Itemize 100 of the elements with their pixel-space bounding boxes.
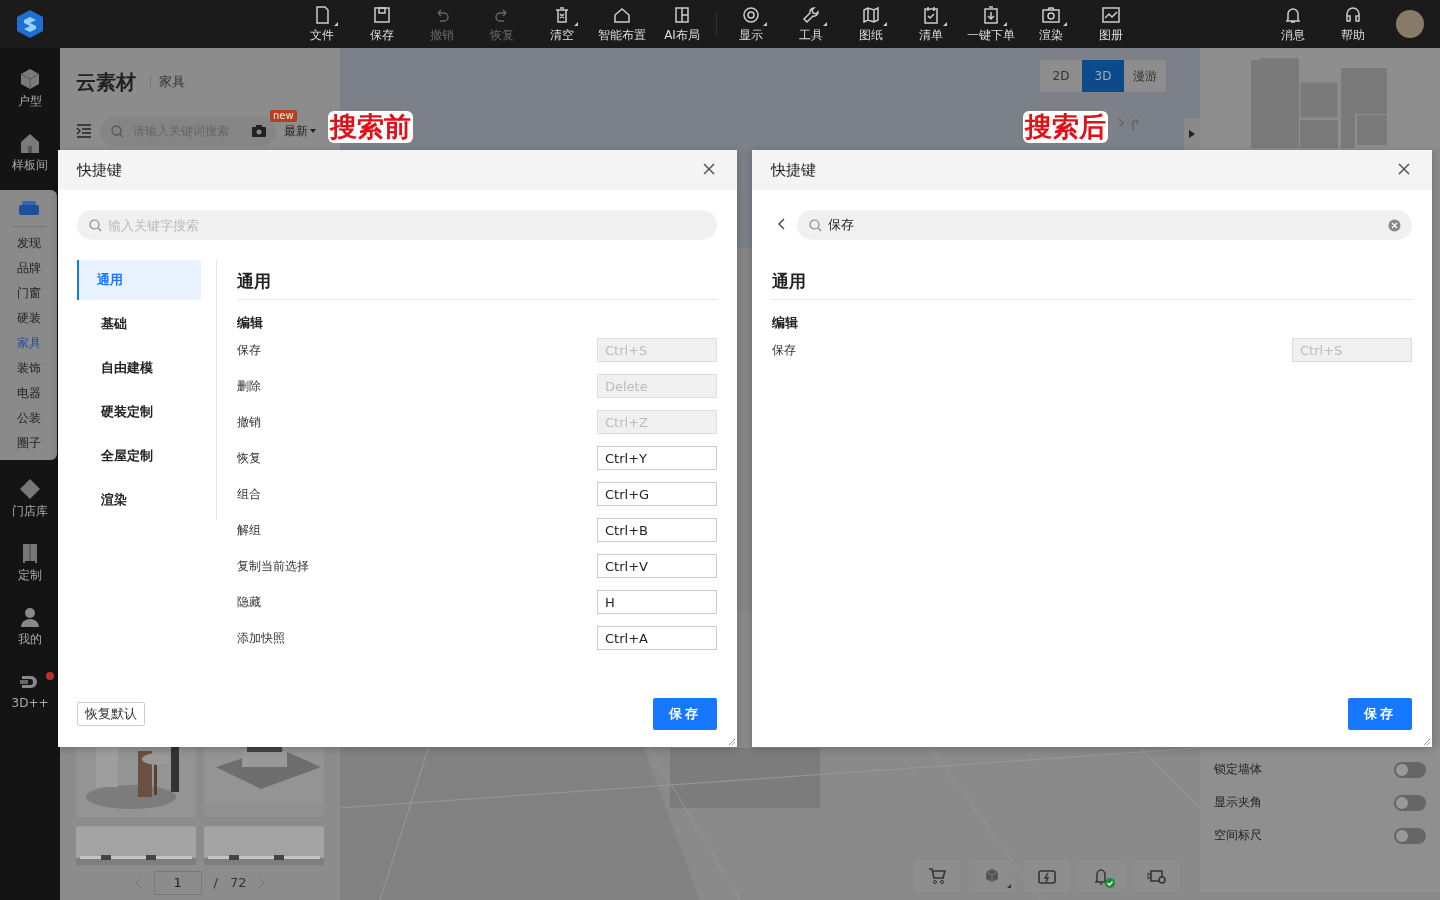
headset-icon: [1343, 4, 1363, 25]
category-item[interactable]: 圈子: [16, 431, 41, 456]
reset-button[interactable]: 恢复默认: [77, 702, 145, 726]
toolbar-button[interactable]: 工具: [781, 0, 841, 48]
toggle-switch[interactable]: [1394, 827, 1426, 844]
view-mode-tab[interactable]: 2D: [1040, 60, 1082, 92]
shortcut-field[interactable]: Ctrl+G: [597, 482, 717, 506]
toolbar-button[interactable]: 帮助: [1323, 4, 1383, 44]
shortcut-label: 保存: [237, 341, 261, 359]
save-button[interactable]: 保存: [1348, 698, 1412, 730]
sidebar-item[interactable]: 样板间: [0, 120, 60, 184]
toolbar-button[interactable]: 消息: [1263, 4, 1323, 44]
view-mode-tab[interactable]: 3D: [1082, 60, 1124, 92]
shortcut-label: 隐藏: [237, 593, 261, 611]
close-icon: [703, 163, 715, 175]
clipboard-check-icon: [921, 4, 941, 25]
shortcut-field[interactable]: Ctrl+Y: [597, 446, 717, 470]
category-tab[interactable]: 硬装定制: [81, 392, 216, 432]
clear-icon[interactable]: [1388, 219, 1401, 232]
play-icon: [1189, 130, 1195, 138]
category-item[interactable]: 品牌: [16, 256, 41, 281]
shortcut-label: 复制当前选择: [237, 557, 309, 575]
category-item[interactable]: 硬装: [16, 306, 41, 331]
new-badge: new: [270, 110, 297, 122]
clipboard-download-icon: [981, 4, 1001, 25]
shortcut-label: 恢复: [237, 449, 261, 467]
shortcut-label: 保存: [772, 341, 796, 359]
toolbar-button[interactable]: 显示: [721, 0, 781, 48]
category-tab[interactable]: 渲染: [81, 480, 216, 520]
close-button[interactable]: [1398, 163, 1412, 177]
shortcut-field[interactable]: Ctrl+A: [597, 626, 717, 650]
toolbar-button[interactable]: 文件: [292, 0, 352, 48]
annotation-label: 搜索前: [328, 111, 413, 143]
category-tab[interactable]: 基础: [81, 304, 216, 344]
shortcut-label: 撤销: [237, 413, 261, 431]
toolbar-button[interactable]: 保存: [352, 0, 412, 48]
chevron-left-icon: [777, 218, 785, 230]
save-icon: [372, 4, 392, 25]
search-icon: [89, 219, 102, 232]
shortcut-field[interactable]: Ctrl+B: [597, 518, 717, 542]
sidebar-item[interactable]: 门店库: [0, 466, 60, 530]
sidebar-item[interactable]: 我的: [0, 594, 60, 658]
list-icon[interactable]: [76, 124, 92, 138]
toolbar-button[interactable]: AI布局: [652, 0, 712, 48]
sidebar-item[interactable]: 户型: [0, 56, 60, 120]
toggle-switch[interactable]: [1394, 761, 1426, 778]
dialog-title: 快捷键: [771, 160, 816, 180]
close-icon: [1398, 163, 1410, 175]
category-label: 家具: [159, 73, 185, 91]
cube-icon: [18, 66, 42, 91]
setting-label: 显示夹角: [1214, 794, 1262, 811]
sort-dropdown[interactable]: 最新: [284, 122, 316, 140]
toolbar-button[interactable]: 图册: [1081, 0, 1141, 48]
save-button[interactable]: 保存: [653, 698, 717, 730]
resize-grip-icon[interactable]: [728, 738, 736, 746]
avatar[interactable]: [1396, 10, 1424, 38]
category-tab[interactable]: 通用: [77, 260, 201, 300]
map-icon: [861, 4, 881, 25]
search-icon: [809, 219, 822, 232]
page-input[interactable]: 1: [153, 870, 202, 895]
section-heading: 通用: [772, 260, 1412, 300]
category-item[interactable]: 公装: [16, 406, 41, 431]
sidebar-item[interactable]: 定制: [0, 530, 60, 594]
camera-icon: [1041, 4, 1061, 25]
category-item[interactable]: 电器: [16, 381, 41, 406]
shortcut-label: 删除: [237, 377, 261, 395]
toolbar-button[interactable]: 智能布置: [592, 0, 652, 48]
group-heading: 编辑: [237, 314, 264, 332]
dialog-title: 快捷键: [77, 160, 122, 180]
toolbar-button[interactable]: 清单: [901, 0, 961, 48]
group-heading: 编辑: [772, 314, 799, 332]
category-tab[interactable]: 全屋定制: [81, 436, 216, 476]
toggle-switch[interactable]: [1394, 794, 1426, 811]
category-item[interactable]: 装饰: [16, 356, 41, 381]
cart-icon: [927, 866, 947, 886]
category-item[interactable]: 发现: [16, 231, 41, 256]
shortcut-field[interactable]: Ctrl+V: [597, 554, 717, 578]
toolbar-button[interactable]: 一键下单: [961, 0, 1021, 48]
page-total: 72: [229, 875, 247, 890]
toolbar-button[interactable]: 图纸: [841, 0, 901, 48]
shortcut-label: 组合: [237, 485, 261, 503]
collapse-button[interactable]: [1184, 118, 1200, 150]
category-tab[interactable]: 自由建模: [81, 348, 216, 388]
setting-label: 锁定墙体: [1214, 761, 1262, 778]
category-item[interactable]: 门窗: [16, 281, 41, 306]
chart-icon: [1101, 4, 1121, 25]
panel-title: 云素材: [76, 68, 136, 96]
view-mode-tab[interactable]: 漫游: [1124, 60, 1166, 92]
close-button[interactable]: [703, 163, 717, 177]
check-badge-icon: [1105, 878, 1115, 888]
camera-icon[interactable]: [252, 125, 266, 137]
shortcut-label: 添加快照: [237, 629, 285, 647]
shortcut-field[interactable]: H: [597, 590, 717, 614]
toolbar-button[interactable]: 渲染: [1021, 0, 1081, 48]
wrench-icon: [801, 4, 821, 25]
annotation-label: 搜索后: [1023, 111, 1108, 143]
search-field[interactable]: 保存: [797, 210, 1412, 240]
resize-grip-icon[interactable]: [1423, 738, 1431, 746]
page-separator: /: [213, 875, 218, 890]
toolbar-button[interactable]: 清空: [532, 0, 592, 48]
